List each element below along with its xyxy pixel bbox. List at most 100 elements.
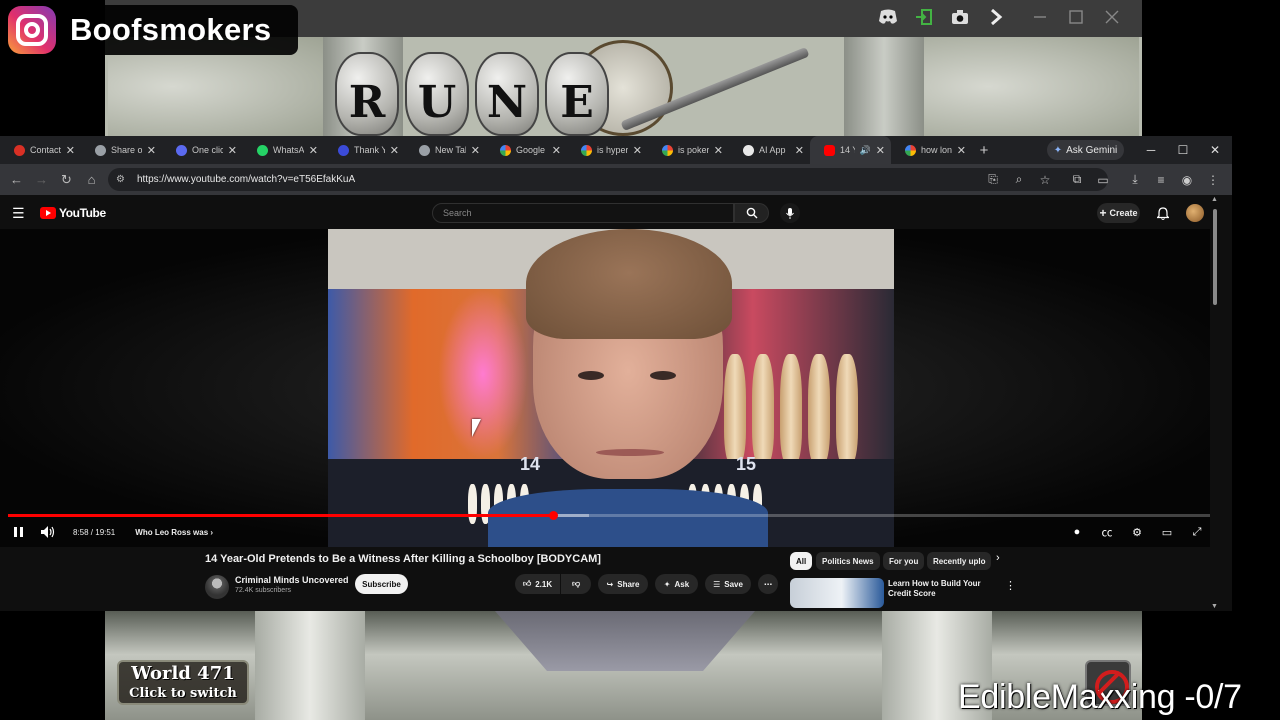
- channel-avatar[interactable]: [205, 575, 229, 599]
- browser-tab[interactable]: WhatsA ✕: [243, 136, 324, 164]
- tab-close-icon[interactable]: ✕: [876, 144, 885, 157]
- channel-name[interactable]: Criminal Minds Uncovered: [235, 575, 349, 585]
- download-icon[interactable]: ⤓: [1124, 168, 1146, 191]
- home-icon[interactable]: ⌂: [79, 168, 104, 192]
- tab-close-icon[interactable]: ✕: [228, 144, 237, 157]
- microphone-icon[interactable]: [780, 203, 800, 223]
- filter-chip-recently-uploaded[interactable]: Recently uplo: [927, 552, 991, 570]
- ask-button[interactable]: ✦ Ask: [655, 574, 698, 594]
- browser-tab[interactable]: One clic ✕: [162, 136, 243, 164]
- tab-favicon-icon: [500, 144, 511, 156]
- create-button[interactable]: + Create: [1097, 203, 1140, 223]
- volume-icon[interactable]: [37, 519, 59, 545]
- rune-logo-letter: U: [405, 52, 469, 136]
- extensions-icon[interactable]: ⧉: [1066, 168, 1088, 191]
- pause-icon[interactable]: [7, 519, 29, 545]
- zoom-icon[interactable]: ⌕: [1008, 168, 1030, 191]
- more-vert-icon[interactable]: ⋮: [1202, 168, 1224, 191]
- scroll-down-icon[interactable]: ▼: [1211, 603, 1218, 610]
- close-icon[interactable]: ✕: [1199, 136, 1231, 164]
- share-button[interactable]: ↪ Share: [598, 574, 648, 594]
- filter-chip-politics-news[interactable]: Politics News: [816, 552, 880, 570]
- browser-tab[interactable]: Share or ✕: [81, 136, 162, 164]
- browser-tab-active[interactable]: 14 Y 🔊 ✕: [810, 136, 891, 164]
- tab-close-icon[interactable]: ✕: [147, 144, 156, 157]
- cast-icon[interactable]: ⎘: [982, 168, 1004, 191]
- scroll-up-icon[interactable]: ▲: [1211, 196, 1218, 203]
- settings-gear-icon[interactable]: ⚙: [1126, 519, 1148, 545]
- tab-close-icon[interactable]: ✕: [714, 144, 723, 157]
- filter-chip-all[interactable]: All: [790, 552, 813, 570]
- login-icon[interactable]: [906, 4, 942, 30]
- browser-tab[interactable]: New Tal ✕: [405, 136, 486, 164]
- new-tab-button[interactable]: +: [972, 142, 996, 159]
- address-bar[interactable]: ⚙ https://www.youtube.com/watch?v=eT56Ef…: [108, 168, 1108, 191]
- filter-chip-for-you[interactable]: For you: [883, 552, 925, 570]
- side-panel-icon[interactable]: ▭: [1092, 168, 1114, 191]
- more-vert-icon[interactable]: ⋮: [1005, 579, 1016, 592]
- tree-right-decoration: [924, 37, 1139, 136]
- camera-icon[interactable]: [942, 4, 978, 30]
- discord-icon[interactable]: [870, 4, 906, 30]
- tab-close-icon[interactable]: ✕: [552, 144, 561, 157]
- save-button[interactable]: ☰ Save: [705, 574, 751, 594]
- tab-close-icon[interactable]: ✕: [390, 144, 399, 157]
- world-switch-hint: Click to switch: [129, 686, 237, 701]
- bookmark-star-icon[interactable]: ☆: [1034, 168, 1056, 191]
- maximize-icon[interactable]: [1058, 4, 1094, 30]
- tab-close-icon[interactable]: ✕: [633, 144, 642, 157]
- chapter-title[interactable]: Who Leo Ross was ›: [135, 528, 213, 537]
- search-button[interactable]: [734, 203, 769, 223]
- hamburger-menu-icon[interactable]: ☰: [12, 205, 26, 221]
- browser-tab[interactable]: Thank Y ✕: [324, 136, 405, 164]
- tab-close-icon[interactable]: ✕: [957, 144, 966, 157]
- more-actions-button[interactable]: ⋯: [758, 574, 778, 594]
- tab-close-icon[interactable]: ✕: [795, 144, 804, 157]
- media-controls-icon[interactable]: ≡: [1150, 168, 1172, 191]
- like-button[interactable]: 👍︎ 2.1K: [515, 574, 560, 594]
- theater-mode-icon[interactable]: ▭: [1156, 519, 1178, 545]
- video-player[interactable]: 14 15 8:58 / 19:51 Who Leo Ross was › ● …: [0, 229, 1220, 547]
- tab-close-icon[interactable]: ✕: [471, 144, 480, 157]
- speaker-icon[interactable]: 🔊: [860, 145, 871, 156]
- browser-tab[interactable]: Google ✕: [486, 136, 567, 164]
- site-info-icon[interactable]: ⚙: [116, 174, 125, 185]
- video-frame[interactable]: 14 15: [328, 229, 894, 547]
- browser-tab[interactable]: Contact ✕: [0, 136, 81, 164]
- browser-tab[interactable]: is poker ✕: [648, 136, 729, 164]
- browser-tab[interactable]: AI App ✕: [729, 136, 810, 164]
- minimize-icon[interactable]: [1022, 4, 1058, 30]
- tab-favicon-icon: [95, 144, 106, 156]
- youtube-logo[interactable]: YouTube: [40, 206, 106, 220]
- world-switch-button[interactable]: World 471 Click to switch: [117, 660, 249, 705]
- close-icon[interactable]: [1094, 4, 1130, 30]
- autoplay-toggle-icon[interactable]: ●: [1066, 519, 1088, 545]
- reload-icon[interactable]: ↻: [54, 168, 79, 192]
- search-input[interactable]: Search: [432, 203, 734, 223]
- subscribe-button[interactable]: Subscribe: [355, 574, 408, 594]
- forward-arrow-icon[interactable]: →: [29, 168, 54, 192]
- profile-icon[interactable]: ◉: [1176, 168, 1198, 191]
- arrow-right-icon[interactable]: [978, 4, 1014, 30]
- video-person-eye: [650, 371, 676, 380]
- browser-tab[interactable]: how lon ✕: [891, 136, 972, 164]
- chevron-right-icon[interactable]: ›: [996, 552, 1010, 570]
- browser-tab[interactable]: is hyper ✕: [567, 136, 648, 164]
- back-arrow-icon[interactable]: ←: [4, 168, 29, 192]
- recommended-title[interactable]: Learn How to Build Your Credit Score: [888, 579, 1000, 609]
- scrollbar[interactable]: ▲ ▼: [1210, 195, 1220, 611]
- notification-bell-icon[interactable]: [1154, 203, 1172, 223]
- tab-close-icon[interactable]: ✕: [66, 144, 75, 157]
- ask-gemini-button[interactable]: ✦ Ask Gemini: [1047, 140, 1124, 160]
- minimize-icon[interactable]: ─: [1135, 136, 1167, 164]
- dislike-button[interactable]: 👎︎: [561, 574, 591, 594]
- fullscreen-icon[interactable]: ⤢: [1186, 519, 1208, 545]
- maximize-icon[interactable]: ☐: [1167, 136, 1199, 164]
- tab-close-icon[interactable]: ✕: [309, 144, 318, 157]
- tab-label: 14 Y: [840, 145, 855, 155]
- subtitles-icon[interactable]: ㏄: [1096, 519, 1118, 545]
- recommended-thumbnail[interactable]: [790, 578, 884, 608]
- progress-bar[interactable]: [8, 511, 1214, 520]
- avatar[interactable]: [1186, 204, 1204, 222]
- scrollbar-thumb[interactable]: [1213, 209, 1217, 305]
